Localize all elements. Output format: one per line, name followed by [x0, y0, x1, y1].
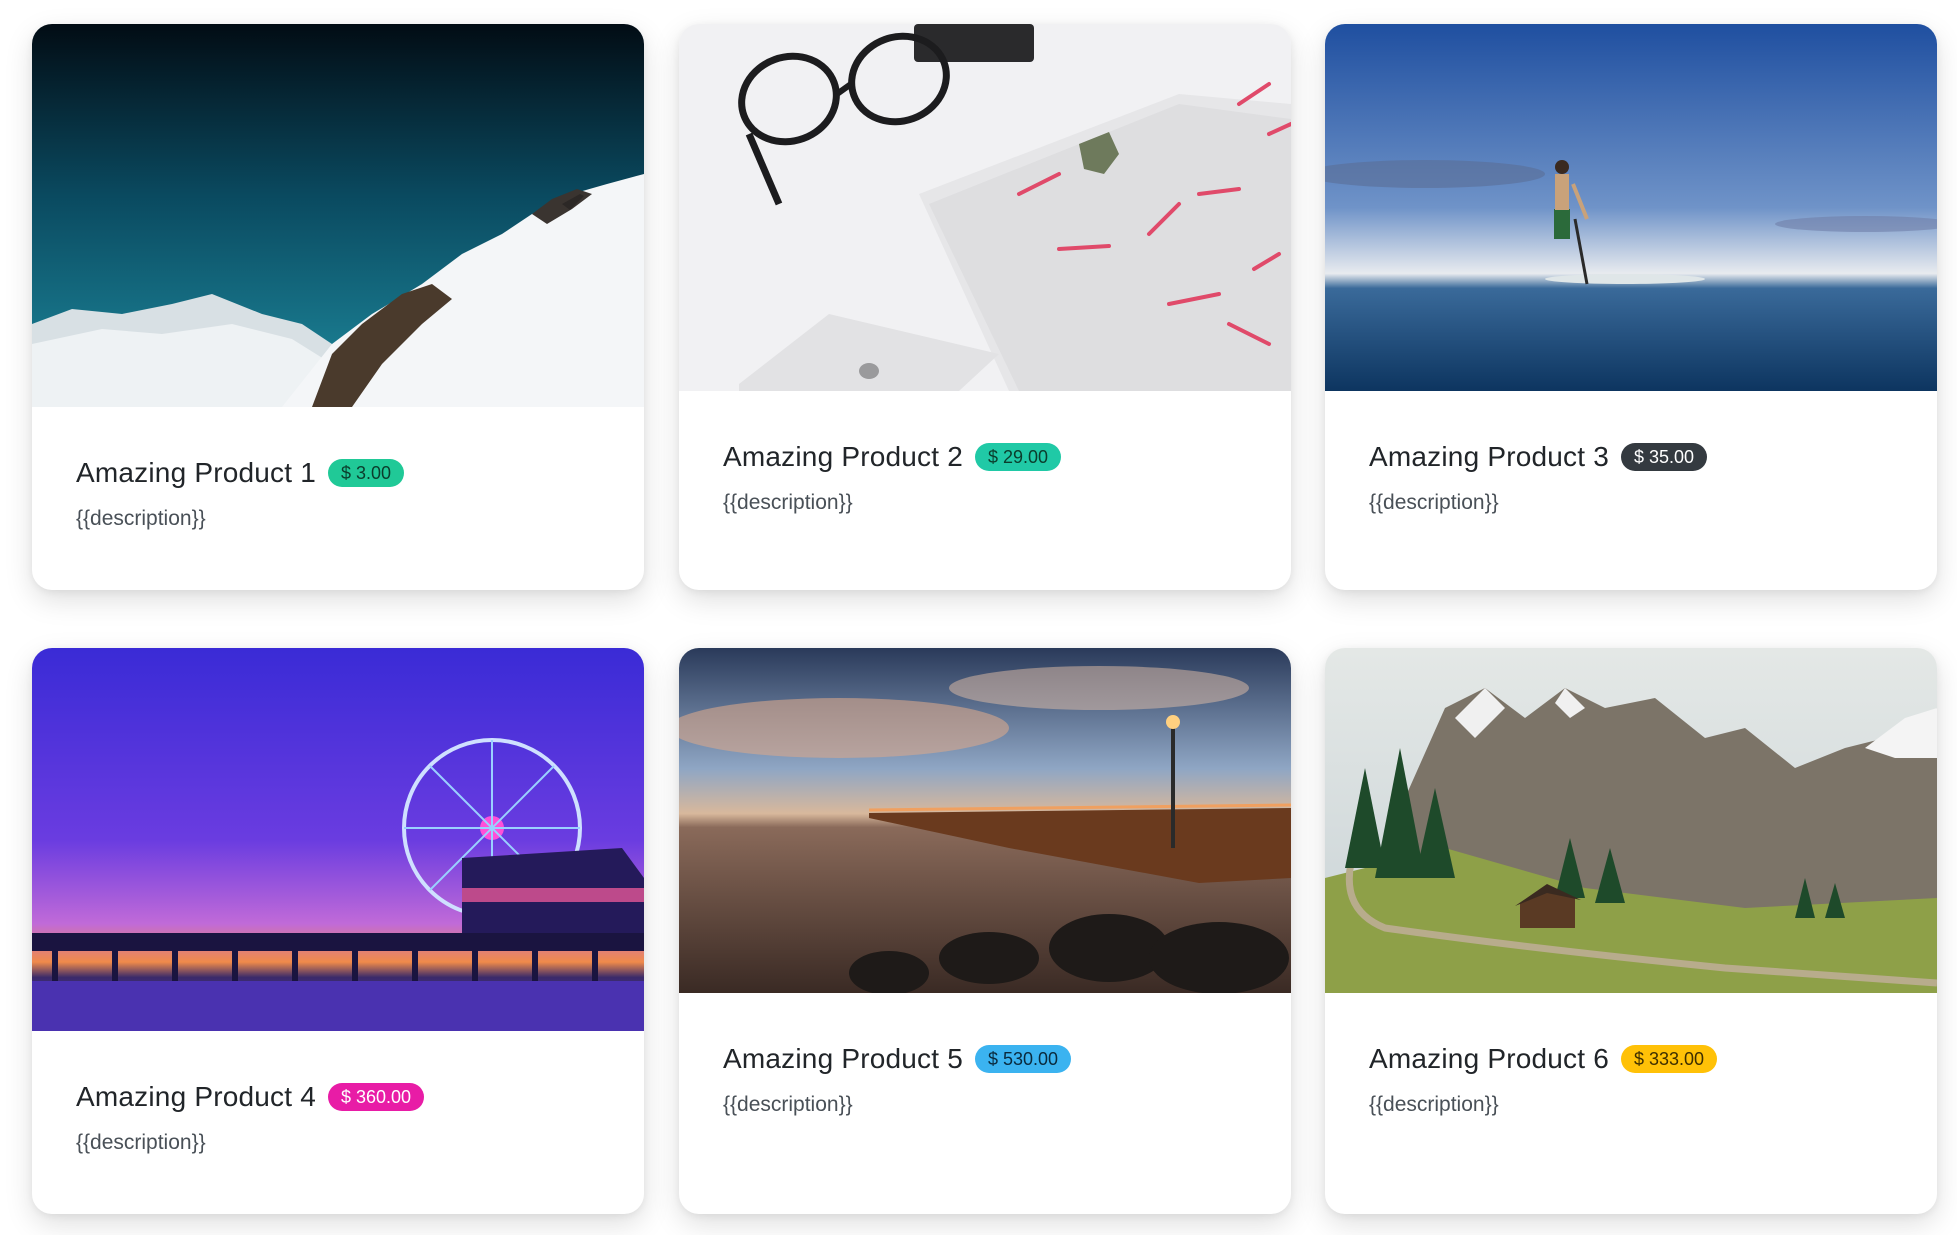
product-description: {{description}} [1369, 1093, 1499, 1116]
product-image-wooden-pier[interactable] [679, 648, 1291, 993]
product-title[interactable]: Amazing Product 3 [1369, 441, 1609, 473]
product-description: {{description}} [723, 491, 853, 514]
card-body: Amazing Product 6 $ 333.00 {{description… [1325, 993, 1937, 1117]
product-image-paddleboarder[interactable] [1325, 24, 1937, 391]
card-body: Amazing Product 4 $ 360.00 {{description… [32, 1031, 644, 1155]
product-image-alpine-valley[interactable] [1325, 648, 1937, 993]
product-title[interactable]: Amazing Product 5 [723, 1043, 963, 1075]
product-description: {{description}} [1369, 491, 1499, 514]
price-badge: $ 3.00 [327, 459, 405, 487]
card-body: Amazing Product 3 $ 35.00 {{description}… [1325, 391, 1937, 515]
product-title[interactable]: Amazing Product 1 [76, 457, 316, 489]
product-title[interactable]: Amazing Product 6 [1369, 1043, 1609, 1075]
price-badge: $ 35.00 [1620, 443, 1708, 471]
product-description: {{description}} [76, 507, 206, 530]
product-card[interactable]: Amazing Product 4 $ 360.00 {{description… [32, 648, 644, 1214]
product-image-glasses-desk[interactable] [679, 24, 1291, 391]
card-body: Amazing Product 1 $ 3.00 {{description}} [32, 407, 644, 531]
product-card[interactable]: Amazing Product 1 $ 3.00 {{description}} [32, 24, 644, 590]
product-image-snowy-mountain[interactable] [32, 24, 644, 407]
product-image-pier-ferris-wheel[interactable] [32, 648, 644, 1031]
product-card[interactable]: Amazing Product 3 $ 35.00 {{description}… [1325, 24, 1937, 590]
product-card[interactable]: Amazing Product 6 $ 333.00 {{description… [1325, 648, 1937, 1214]
price-badge: $ 360.00 [327, 1083, 425, 1111]
product-description: {{description}} [76, 1131, 206, 1154]
product-description: {{description}} [723, 1093, 853, 1116]
product-title[interactable]: Amazing Product 2 [723, 441, 963, 473]
card-body: Amazing Product 2 $ 29.00 {{description}… [679, 391, 1291, 515]
product-card[interactable]: Amazing Product 2 $ 29.00 {{description}… [679, 24, 1291, 590]
price-badge: $ 333.00 [1620, 1045, 1718, 1073]
price-badge: $ 530.00 [974, 1045, 1072, 1073]
card-body: Amazing Product 5 $ 530.00 {{description… [679, 993, 1291, 1117]
product-grid: Amazing Product 1 $ 3.00 {{description}} [0, 0, 1957, 1235]
product-title[interactable]: Amazing Product 4 [76, 1081, 316, 1113]
product-card[interactable]: Amazing Product 5 $ 530.00 {{description… [679, 648, 1291, 1214]
price-badge: $ 29.00 [974, 443, 1062, 471]
